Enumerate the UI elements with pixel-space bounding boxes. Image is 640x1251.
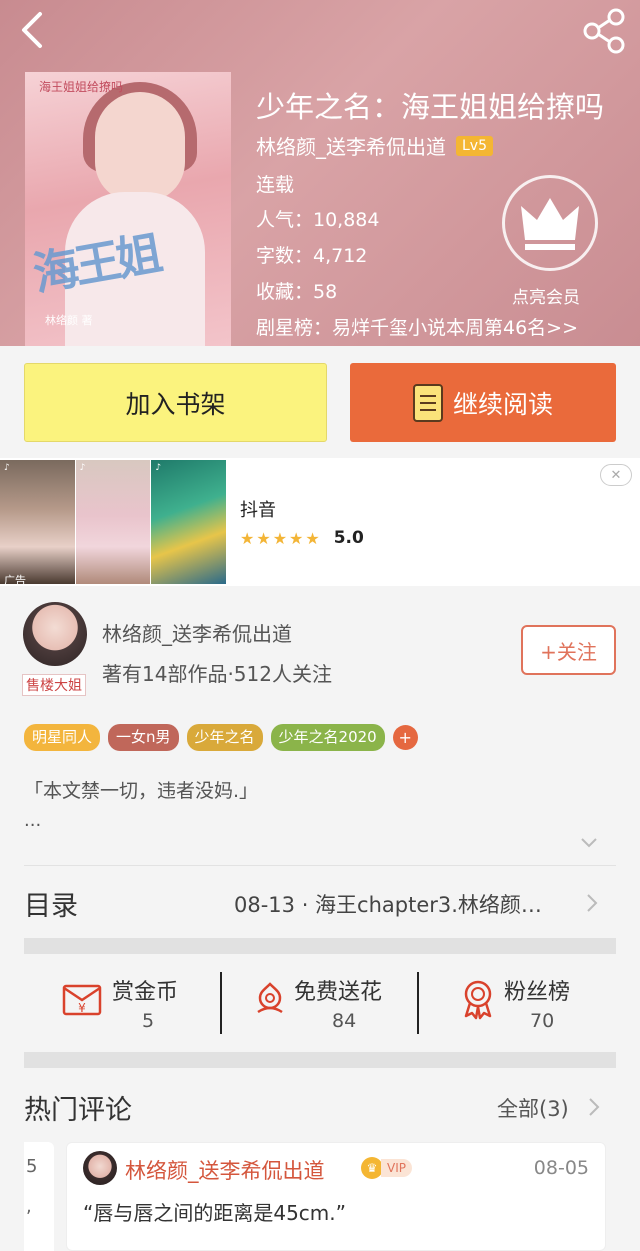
svg-text:¥: ¥ [78, 1001, 86, 1015]
section-separator [24, 1052, 616, 1068]
hot-comments-title: 热门评论 [24, 1095, 132, 1126]
share-icon [583, 8, 625, 54]
tag-chip[interactable]: 少年之名 [186, 724, 263, 751]
fan-ranking-count: 70 [530, 1010, 555, 1032]
tiktok-icon: ♪ [155, 463, 162, 473]
star-icon: ★ [256, 528, 271, 548]
book-title: 少年之名：海王姐姐给撩吗 [256, 90, 605, 124]
book-favorites: 收藏：58 [256, 281, 338, 303]
tiktok-icon: ♪ [79, 463, 86, 473]
vip-member-label[interactable]: 点亮会员 [512, 283, 580, 308]
reward-coins-count: 5 [142, 1010, 155, 1032]
ad-thumbnails[interactable]: ♪ ♪ ♪ [0, 460, 227, 584]
ad-rating-value: 5.0 [333, 528, 364, 548]
follow-button[interactable]: +关注 [521, 625, 616, 675]
book-popularity: 人气：10,884 [256, 209, 380, 231]
ad-thumbnail[interactable]: ♪ [75, 460, 151, 584]
star-icon: ★ [272, 528, 288, 548]
vip-badge: ♛ VIP [361, 1157, 412, 1179]
cover-top-text: 海王姐姐给撩吗 [39, 80, 124, 94]
ad-close-button[interactable]: ✕ [600, 464, 632, 486]
ad-rating-row: ★ ★ ★ ★ ★ 5.0 [240, 528, 364, 548]
book-icon [412, 383, 443, 422]
chevron-right-icon[interactable] [588, 1097, 600, 1117]
crown-icon [521, 198, 579, 250]
book-intro-ellipsis: ... [24, 810, 42, 831]
latest-chapter[interactable]: 08-13 · 海王chapter3.林络颜… [234, 889, 542, 919]
all-comments-link[interactable]: 全部(3) [497, 1093, 569, 1123]
author-section: 售楼大姐 林络颜_送李希侃出道 著有14部作品·512人关注 +关注 明星同人 … [0, 596, 640, 866]
comment-partial-text: , [26, 1196, 32, 1217]
tag-list: 明星同人 一女n男 少年之名 少年之名2020 + [24, 724, 418, 751]
continue-reading-button[interactable]: 继续阅读 [350, 363, 616, 442]
comment-date: 08-05 [533, 1157, 589, 1179]
stat-divider [220, 972, 222, 1034]
back-button[interactable] [14, 10, 50, 50]
ad-app-name[interactable]: 抖音 [240, 496, 276, 522]
catalog-label: 目录 [24, 891, 78, 922]
cover-art-face [95, 92, 185, 202]
coin-envelope-icon: ¥ [62, 984, 102, 1016]
cover-bottom-text: 林络颜 著 [45, 314, 93, 327]
book-header: 海王姐姐给撩吗 海王姐 林络颜 著 少年之名：海王姐姐给撩吗 林络颜_送李希侃出… [0, 0, 640, 346]
tag-chip[interactable]: 一女n男 [108, 724, 179, 751]
free-flowers-count: 84 [332, 1010, 357, 1032]
free-flowers-button[interactable]: 免费送花 84 [248, 970, 408, 1040]
catalog-row[interactable]: 目录 08-13 · 海王chapter3.林络颜… [0, 866, 640, 938]
book-author[interactable]: 林络颜_送李希侃出道 [256, 131, 446, 160]
stat-divider [417, 972, 419, 1034]
tiktok-icon: ♪ [4, 463, 10, 473]
vip-crown-icon: ♛ [361, 1157, 383, 1179]
ad-label: 广告 [4, 574, 26, 587]
commenter-avatar[interactable] [83, 1151, 117, 1185]
reward-coins-button[interactable]: ¥ 赏金币 5 [60, 970, 200, 1040]
vip-badge-text: VIP [381, 1159, 412, 1177]
commenter-name[interactable]: 林络颜_送李希侃出道 [125, 1155, 325, 1185]
book-status: 连载 [256, 174, 295, 196]
avatar-tag: 售楼大姐 [22, 674, 86, 696]
chevron-right-icon [587, 894, 598, 912]
reward-coins-label: 赏金币 [112, 980, 179, 1005]
expand-chevron-icon[interactable] [580, 836, 598, 850]
author-avatar[interactable] [23, 602, 87, 666]
ad-thumbnail[interactable]: ♪ [0, 460, 75, 584]
flower-icon [257, 982, 283, 1014]
author-stats: 著有14部作品·512人关注 [102, 662, 332, 686]
book-word-count: 字数：4,712 [256, 245, 368, 267]
book-author-row[interactable]: 林络颜_送李希侃出道 Lv5 [256, 131, 493, 160]
book-cover[interactable]: 海王姐姐给撩吗 海王姐 林络颜 著 [25, 72, 231, 346]
star-rank-link[interactable]: 剧星榜：易烊千玺小说本周第46名>> [256, 313, 578, 340]
ad-thumbnail[interactable]: ♪ [151, 460, 227, 584]
add-to-shelf-button[interactable]: 加入书架 [24, 363, 327, 442]
tag-chip[interactable]: 明星同人 [24, 724, 101, 751]
fan-ranking-button[interactable]: 粉丝榜 70 [456, 970, 596, 1040]
tag-chip[interactable]: 少年之名2020 [270, 724, 385, 751]
star-icon: ★ [305, 528, 320, 548]
fan-ranking-label: 粉丝榜 [504, 980, 571, 1005]
back-arrow-icon [22, 12, 42, 48]
star-icon: ★ [240, 528, 255, 548]
level-badge: Lv5 [456, 135, 493, 156]
author-name[interactable]: 林络颜_送李希侃出道 [102, 618, 292, 647]
continue-reading-label: 继续阅读 [452, 389, 553, 419]
vip-member-button[interactable] [502, 175, 598, 271]
share-button[interactable] [582, 8, 628, 54]
comment-card[interactable]: 林络颜_送李希侃出道 ♛ VIP 08-05 “唇与唇之间的距离是45cm.” [66, 1142, 606, 1251]
comment-card-partial[interactable]: 5 , [24, 1142, 54, 1251]
medal-icon [464, 980, 492, 1020]
comment-text: “唇与唇之间的距离是45cm.” [83, 1201, 347, 1225]
free-flowers-label: 免费送花 [294, 980, 383, 1005]
add-tag-button[interactable]: + [392, 725, 418, 750]
book-intro: 「本文禁一切，违者没妈.」 [24, 780, 259, 802]
ad-banner[interactable]: ♪ ♪ ♪ 广告 抖音 ★ ★ ★ ★ ★ 5.0 ✕ [0, 458, 640, 587]
star-icon: ★ [289, 528, 304, 548]
section-separator [24, 938, 616, 954]
comment-partial-text: 5 [26, 1156, 38, 1177]
